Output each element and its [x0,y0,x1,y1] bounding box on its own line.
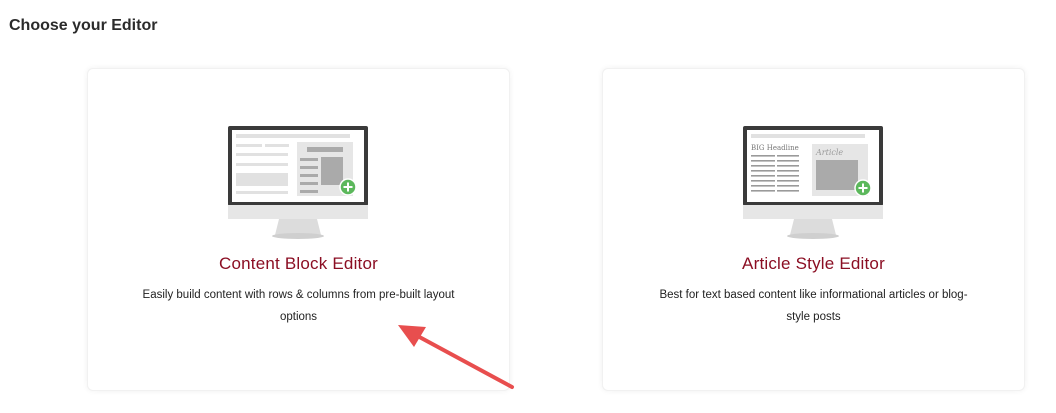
card-description: Best for text based content like informa… [659,289,968,323]
card-title: Content Block Editor [219,254,378,273]
monitor-article-layout-icon: BIG Headline Article [743,126,883,239]
article-style-editor-card[interactable]: BIG Headline Article Article Style Edito… [602,68,1025,391]
screen-image-label: Article [815,148,843,157]
monitor-block-layout-icon [228,126,368,239]
page-title: Choose your Editor [9,17,158,34]
screen-headline: BIG Headline [751,144,799,152]
card-description: Easily build content with rows & columns… [142,289,455,323]
content-block-editor-card[interactable]: Content Block Editor Easily build conten… [87,68,510,391]
card-title: Article Style Editor [742,254,885,273]
